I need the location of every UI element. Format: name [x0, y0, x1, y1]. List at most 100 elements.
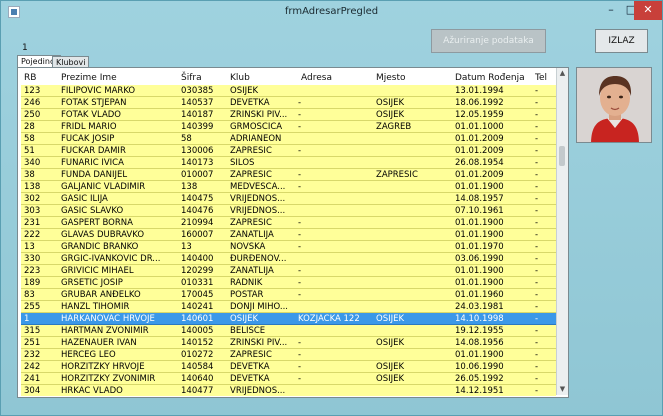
- table-row[interactable]: 51 FUČKAR DAMIR 130006 ZAPREŠIĆ - 01.01.2009 -: [21, 145, 556, 157]
- cell-rb: 340: [24, 158, 41, 168]
- cell-rb: 246: [24, 98, 41, 108]
- cell-mjesto: OSIJEK: [376, 374, 405, 384]
- column-header-sifra[interactable]: Šifra: [181, 73, 202, 83]
- cell-klub: ZAPREŠIĆ: [230, 218, 272, 228]
- cell-sifra: 010272: [181, 350, 214, 360]
- table-row[interactable]: 38 FUNDA DANIJEL 010007 ZAPREŠIĆ - ZAPREŠIĆ 01…: [21, 169, 556, 181]
- cell-name: FOTAK STJEPAN: [61, 98, 127, 108]
- cell-sifra: 140477: [181, 386, 214, 396]
- cell-klub: DEVETKA: [230, 374, 270, 384]
- cell-name: GRIVIČIĆ MIHAEL: [61, 266, 134, 276]
- cell-tel: -: [535, 254, 539, 264]
- table-row[interactable]: 242 HORŽITZKY HRVOJE 140584 DEVETKA - OSIJEK 1…: [21, 361, 556, 373]
- cell-sifra: 140537: [181, 98, 214, 108]
- cell-tel: -: [535, 386, 539, 396]
- cell-datum: 14.08.1956: [455, 338, 504, 348]
- cell-rb: 231: [24, 218, 41, 228]
- cell-rb: 13: [24, 242, 35, 252]
- cell-klub: MEDVEŠČA...: [230, 182, 286, 192]
- cell-datum: 01.01.1960: [455, 290, 504, 300]
- table-row[interactable]: 303 GAŠIĆ SLAVKO 140476 VRIJEDNOS... 07.10.1…: [21, 205, 556, 217]
- cell-tel: -: [535, 374, 539, 384]
- table-row[interactable]: 223 GRIVIČIĆ MIHAEL 120299 ZANATLIJA - 01.01.…: [21, 265, 556, 277]
- cell-klub: ZAPREŠIĆ: [230, 170, 272, 180]
- table-row[interactable]: 231 GAŠPERT BORNA 210994 ZAPREŠIĆ - 01.01.190…: [21, 217, 556, 229]
- cell-adresa: -: [298, 290, 302, 300]
- cell-rb: 1: [24, 314, 30, 324]
- cell-tel: -: [535, 122, 539, 132]
- column-header-rb[interactable]: RB: [24, 73, 36, 83]
- table-row[interactable]: 138 GALJANIĆ VLADIMIR 138 MEDVEŠČA... - 01.01…: [21, 181, 556, 193]
- cell-name: HRKAĆ VLADO: [61, 386, 123, 396]
- cell-rb: 250: [24, 110, 41, 120]
- table-row[interactable]: 250 FOTAK VLADO 140187 ZRINSKI PIV... - OSIJE…: [21, 109, 556, 121]
- update-data-button[interactable]: Ažuriranje podataka: [431, 29, 546, 53]
- record-counter: 1: [22, 43, 28, 53]
- column-header-klub[interactable]: Klub: [230, 73, 250, 83]
- cell-adresa: -: [298, 98, 302, 108]
- data-grid[interactable]: RB Prezime Ime Šifra Klub Adresa Mjesto …: [21, 71, 556, 396]
- close-button[interactable]: ✕: [634, 1, 662, 20]
- cell-adresa: -: [298, 338, 302, 348]
- table-row[interactable]: 251 HAZENAUER IVAN 140152 ZRINSKI PIV... - OS…: [21, 337, 556, 349]
- cell-rb: 51: [24, 146, 35, 156]
- column-header-tel[interactable]: Tel: [535, 73, 547, 83]
- cell-klub: GRMOŠČICA: [230, 122, 283, 132]
- table-row[interactable]: 340 FUNARIĆ IVICA 140173 SILOS 26.08.1954 -: [21, 157, 556, 169]
- table-row[interactable]: 315 HARTMAN ZVONIMIR 140005 BELIŠĆE 19.12.19…: [21, 325, 556, 337]
- cell-mjesto: OSIJEK: [376, 314, 405, 324]
- column-header-mjesto[interactable]: Mjesto: [376, 73, 406, 83]
- table-row[interactable]: 232 HERCEG LEO 010272 ZAPREŠIĆ - 01.01.1900 -: [21, 349, 556, 361]
- table-row[interactable]: 58 FUĆAK JOSIP 58 ADRIANEON 01.01.2009 -: [21, 133, 556, 145]
- cell-sifra: 130006: [181, 146, 214, 156]
- cell-tel: -: [535, 314, 539, 324]
- cell-adresa: -: [298, 218, 302, 228]
- cell-name: GRŠETIĆ JOSIP: [61, 278, 123, 288]
- table-row[interactable]: 302 GAŠIĆ ILIJA 140475 VRIJEDNOS... 14.08.19…: [21, 193, 556, 205]
- cell-sifra: 140399: [181, 122, 214, 132]
- column-header-adresa[interactable]: Adresa: [301, 73, 332, 83]
- cell-datum: 01.01.2009: [455, 134, 504, 144]
- table-row[interactable]: 330 GRGIĆ-IVANKOVIĆ DR... 140400 ĐURĐENOV..…: [21, 253, 556, 265]
- cell-datum: 01.01.1900: [455, 230, 504, 240]
- vertical-scrollbar[interactable]: ▲ ▼: [556, 68, 568, 395]
- cell-rb: 232: [24, 350, 41, 360]
- cell-name: HORŽITZKY ZVONIMIR: [61, 374, 156, 384]
- table-row[interactable]: 222 GLAVAŠ DUBRAVKO 160007 ZANATLIJA - 01.01.…: [21, 229, 556, 241]
- cell-name: HORŽITZKY HRVOJE: [61, 362, 145, 372]
- table-row[interactable]: 28 FRIDL MARIO 140399 GRMOŠČICA - ZAGREB 01.01…: [21, 121, 556, 133]
- table-row[interactable]: 123 FILIPOVIĆ MARKO 030385 OSIJEK 13.01.1994…: [21, 85, 556, 97]
- cell-mjesto: ZAPREŠIĆ: [376, 170, 418, 180]
- cell-klub: ĐURĐENOV...: [230, 254, 287, 264]
- exit-button[interactable]: IZLAZ: [595, 29, 648, 53]
- cell-rb: 242: [24, 362, 41, 372]
- cell-klub: DEVETKA: [230, 98, 270, 108]
- table-row[interactable]: 246 FOTAK STJEPAN 140537 DEVETKA - OSIJEK 18.0…: [21, 97, 556, 109]
- cell-sifra: 140400: [181, 254, 214, 264]
- cell-klub: VRIJEDNOS...: [230, 386, 286, 396]
- table-row[interactable]: 13 GRANDIĆ BRANKO 13 NOVSKA - 01.01.1970 -: [21, 241, 556, 253]
- table-row-selected[interactable]: 1 HARKANOVAC HRVOJE 140601 OSIJEK KOZJAČKA 1…: [21, 313, 556, 325]
- cell-adresa: KOZJAČKA 122: [298, 314, 360, 324]
- scroll-up-arrow-icon[interactable]: ▲: [557, 68, 568, 79]
- table-row[interactable]: 189 GRŠETIĆ JOSIP 010331 RADNIK - 01.01.1900 -: [21, 277, 556, 289]
- cell-sifra: 140187: [181, 110, 214, 120]
- scrollbar-thumb[interactable]: [559, 146, 565, 166]
- table-row[interactable]: 304 HRKAĆ VLADO 140477 VRIJEDNOS... 14.12.19…: [21, 385, 556, 396]
- table-row[interactable]: 255 HANZL TIHOMIR 140241 DONJI MIHO... 24.03…: [21, 301, 556, 313]
- title-bar[interactable]: frmAdresarPregled – □ ✕: [1, 1, 662, 25]
- table-row[interactable]: 83 GRUBAR ANĐELKO 170045 POŠTAR - 01.01.1960 -: [21, 289, 556, 301]
- scroll-down-arrow-icon[interactable]: ▼: [557, 384, 568, 395]
- cell-name: GRGIĆ-IVANKOVIĆ DR...: [61, 254, 161, 264]
- cell-adresa: -: [298, 170, 302, 180]
- cell-datum: 01.01.2009: [455, 146, 504, 156]
- cell-datum: 26.05.1992: [455, 374, 504, 384]
- cell-rb: 38: [24, 170, 35, 180]
- cell-klub: POŠTAR: [230, 290, 264, 300]
- cell-klub: ZAPREŠIĆ: [230, 350, 272, 360]
- column-header-name[interactable]: Prezime Ime: [61, 73, 117, 83]
- cell-tel: -: [535, 134, 539, 144]
- column-header-datum[interactable]: Datum Rođenja: [455, 73, 525, 83]
- cell-datum: 01.01.1900: [455, 266, 504, 276]
- table-row[interactable]: 241 HORŽITZKY ZVONIMIR 140640 DEVETKA - OSIJE…: [21, 373, 556, 385]
